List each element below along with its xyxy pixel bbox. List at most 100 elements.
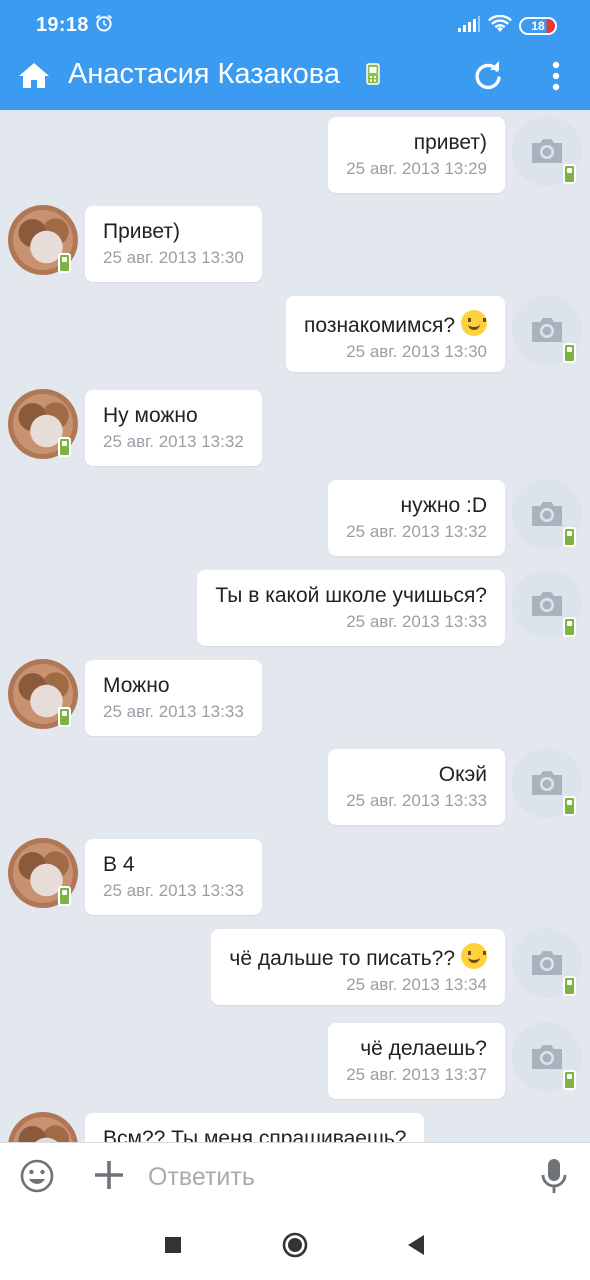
mobile-online-icon — [563, 1070, 576, 1090]
composer-bar — [0, 1142, 590, 1210]
camera-icon — [532, 771, 562, 795]
home-icon[interactable] — [16, 58, 52, 94]
message-bubble[interactable]: Можно 25 авг. 2013 13:33 — [85, 660, 262, 736]
message-timestamp: 25 авг. 2013 13:33 — [103, 881, 244, 900]
message-text-content: Ты в какой школе учишься? — [215, 584, 487, 607]
mobile-online-icon — [58, 253, 71, 273]
message-bubble[interactable]: чё дальше то писать?? 25 авг. 2013 13:34 — [211, 929, 505, 1005]
message-text: Можно — [103, 674, 244, 698]
message-text: Привет) — [103, 220, 244, 244]
message-text: привет) — [346, 131, 487, 155]
camera-icon — [532, 318, 562, 342]
contact-avatar[interactable] — [8, 1112, 78, 1142]
camera-icon — [532, 592, 562, 616]
message-bubble[interactable]: нужно :D 25 авг. 2013 13:32 — [328, 480, 505, 556]
signal-icon — [458, 16, 480, 32]
message-timestamp: 25 авг. 2013 13:33 — [346, 791, 487, 810]
message-timestamp: 25 авг. 2013 13:30 — [346, 342, 487, 361]
more-vertical-icon[interactable] — [542, 58, 570, 94]
back-button[interactable] — [402, 1230, 432, 1260]
outgoing-message[interactable]: познакомимся? 25 авг. 2013 13:30 — [0, 289, 590, 372]
camera-icon — [532, 139, 562, 163]
battery-level: 18 — [531, 19, 545, 33]
plus-icon[interactable] — [92, 1158, 126, 1192]
message-timestamp: 25 авг. 2013 13:32 — [346, 522, 487, 541]
battery-indicator: 18 — [519, 17, 557, 35]
message-bubble[interactable]: Ну можно 25 авг. 2013 13:32 — [85, 390, 262, 466]
message-text-content: познакомимся? — [304, 314, 455, 337]
incoming-message[interactable]: Всм?? Ты меня спрашиваешь? — [0, 1106, 590, 1142]
mobile-online-icon — [563, 527, 576, 547]
outgoing-message[interactable]: нужно :D 25 авг. 2013 13:32 — [0, 473, 590, 556]
incoming-message[interactable]: В 4 25 авг. 2013 13:33 — [0, 832, 590, 915]
system-nav-bar — [0, 1210, 590, 1280]
mobile-online-icon — [563, 617, 576, 637]
camera-icon — [532, 1045, 562, 1069]
outgoing-message[interactable]: привет) 25 авг. 2013 13:29 — [0, 110, 590, 193]
message-bubble[interactable]: Всм?? Ты меня спрашиваешь? — [85, 1113, 425, 1142]
message-bubble[interactable]: Окэй 25 авг. 2013 13:33 — [328, 749, 505, 825]
status-bar: 19:18 18 — [0, 0, 590, 44]
reply-input[interactable] — [148, 1159, 508, 1195]
message-text: В 4 — [103, 853, 244, 877]
mobile-online-icon — [58, 886, 71, 906]
recents-button[interactable] — [158, 1230, 188, 1260]
alarm-icon — [95, 14, 113, 32]
mobile-online-icon — [563, 164, 576, 184]
wink-emoji-icon — [461, 310, 487, 336]
status-time: 19:18 — [36, 14, 89, 36]
wifi-icon — [488, 15, 512, 32]
message-timestamp: 25 авг. 2013 13:37 — [346, 1065, 487, 1084]
message-text: Ты в какой школе учишься? — [215, 584, 487, 608]
message-bubble[interactable]: привет) 25 авг. 2013 13:29 — [328, 117, 505, 193]
message-text: познакомимся? — [304, 310, 487, 338]
message-text: нужно :D — [346, 494, 488, 518]
message-bubble[interactable]: чё делаешь? 25 авг. 2013 13:37 — [328, 1023, 505, 1099]
camera-icon — [532, 951, 562, 975]
message-text: чё делаешь? — [346, 1037, 487, 1061]
message-text: Ну можно — [103, 404, 244, 428]
contact-name[interactable]: Анастасия Казакова — [68, 58, 340, 91]
home-nav-button[interactable] — [280, 1230, 310, 1260]
message-text-content: Всм?? Ты меня спрашиваешь? — [103, 1127, 407, 1142]
app-bar: Анастасия Казакова — [0, 44, 590, 110]
outgoing-message[interactable]: Окэй 25 авг. 2013 13:33 — [0, 742, 590, 825]
message-text: Окэй — [346, 763, 487, 787]
mobile-online-icon — [366, 63, 380, 85]
refresh-icon[interactable] — [470, 58, 506, 94]
incoming-message[interactable]: Ну можно 25 авг. 2013 13:32 — [0, 383, 590, 466]
message-text-content: Привет) — [103, 220, 181, 243]
outgoing-message[interactable]: Ты в какой школе учишься? 25 авг. 2013 13… — [0, 563, 590, 646]
microphone-icon[interactable] — [539, 1157, 569, 1195]
message-text-content: В 4 — [103, 853, 135, 876]
message-timestamp: 25 авг. 2013 13:33 — [103, 702, 244, 721]
mobile-online-icon — [563, 976, 576, 996]
mobile-online-icon — [58, 437, 71, 457]
mobile-online-icon — [563, 343, 576, 363]
message-text-content: Ну можно — [103, 404, 198, 427]
message-text-content: нужно :D — [400, 494, 488, 517]
laughing-emoji-icon — [461, 943, 487, 969]
mobile-online-icon — [58, 707, 71, 727]
outgoing-message[interactable]: чё дальше то писать?? 25 авг. 2013 13:34 — [0, 922, 590, 1005]
message-text-content: чё дальше то писать?? — [229, 947, 455, 970]
message-timestamp: 25 авг. 2013 13:33 — [346, 612, 487, 631]
message-bubble[interactable]: Привет) 25 авг. 2013 13:30 — [85, 206, 262, 282]
message-bubble[interactable]: Ты в какой школе учишься? 25 авг. 2013 13… — [197, 570, 505, 646]
message-bubble[interactable]: В 4 25 авг. 2013 13:33 — [85, 839, 262, 915]
message-timestamp: 25 авг. 2013 13:32 — [103, 432, 244, 451]
outgoing-message[interactable]: чё делаешь? 25 авг. 2013 13:37 — [0, 1016, 590, 1099]
message-text: чё дальше то писать?? — [229, 943, 487, 971]
message-timestamp: 25 авг. 2013 13:30 — [103, 248, 244, 267]
message-text-content: Окэй — [438, 763, 487, 786]
message-text-content: Можно — [103, 674, 170, 697]
incoming-message[interactable]: Можно 25 авг. 2013 13:33 — [0, 653, 590, 736]
message-list[interactable]: привет) 25 авг. 2013 13:29 Привет) 25 авг. … — [0, 110, 590, 1142]
message-text-content: привет) — [413, 131, 487, 154]
camera-icon — [532, 502, 562, 526]
message-bubble[interactable]: познакомимся? 25 авг. 2013 13:30 — [286, 296, 505, 372]
message-text: Всм?? Ты меня спрашиваешь? — [103, 1127, 406, 1142]
smile-icon[interactable] — [19, 1158, 55, 1194]
incoming-message[interactable]: Привет) 25 авг. 2013 13:30 — [0, 199, 590, 282]
mobile-online-icon — [563, 796, 576, 816]
